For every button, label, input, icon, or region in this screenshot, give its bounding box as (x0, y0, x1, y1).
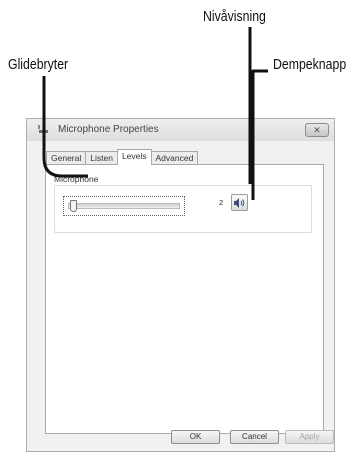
slider-track (68, 203, 180, 209)
close-button[interactable]: ✕ (305, 123, 329, 137)
tab-advanced[interactable]: Advanced (150, 151, 199, 165)
title-bar: Microphone Properties ✕ (27, 119, 334, 141)
tab-listen[interactable]: Listen (85, 151, 118, 165)
close-icon: ✕ (313, 125, 321, 135)
level-value: 2 (219, 198, 224, 207)
level-display-callout: Nivåvisning (203, 8, 266, 25)
mute-button[interactable] (231, 194, 248, 211)
microphone-level-slider[interactable] (63, 196, 185, 216)
microphone-app-icon (38, 125, 48, 133)
levels-panel: Microphone 2 (45, 164, 324, 434)
apply-button[interactable]: Apply (285, 430, 334, 444)
ok-button[interactable]: OK (171, 430, 220, 444)
slider-thumb[interactable] (70, 200, 78, 212)
tab-strip: General Listen Levels Advanced (46, 149, 199, 165)
speaker-icon (234, 198, 245, 208)
window-title: Microphone Properties (58, 124, 159, 135)
slider-callout: Glidebryter (8, 56, 69, 73)
tab-general[interactable]: General (46, 151, 87, 165)
microphone-group-label: Microphone (54, 174, 99, 184)
cancel-button[interactable]: Cancel (230, 430, 279, 444)
mute-button-callout: Dempeknapp (273, 56, 347, 73)
microphone-properties-dialog: Microphone Properties ✕ General Listen L… (26, 118, 335, 452)
tab-levels[interactable]: Levels (116, 149, 152, 165)
